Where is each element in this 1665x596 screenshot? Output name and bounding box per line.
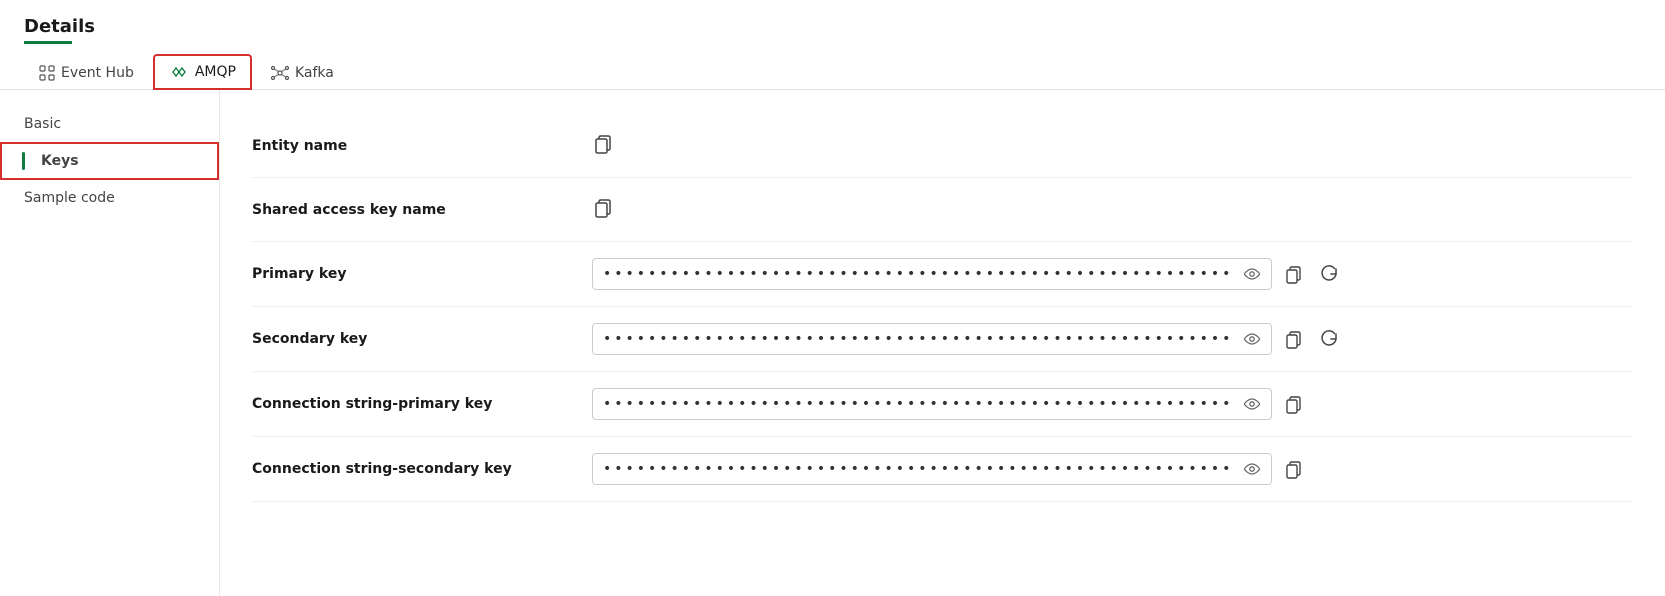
tab-amqp[interactable]: AMQP (153, 54, 252, 90)
sidebar-item-sample-code-label: Sample code (24, 190, 115, 206)
kafka-icon (271, 65, 289, 81)
field-entity-name: Entity name (252, 114, 1633, 178)
sidebar: Basic Keys Sample code (0, 90, 220, 596)
secondary-key-eye-icon[interactable] (1243, 333, 1261, 345)
primary-key-dots: ••••••••••••••••••••••••••••••••••••••••… (603, 266, 1235, 282)
main-content: Basic Keys Sample code Entity name (0, 90, 1665, 596)
shared-access-key-name-label: Shared access key name (252, 202, 592, 218)
shared-access-key-copy-icon[interactable] (592, 196, 614, 224)
primary-key-label: Primary key (252, 266, 592, 282)
primary-key-input: ••••••••••••••••••••••••••••••••••••••••… (592, 258, 1272, 290)
amqp-icon (169, 64, 189, 80)
tab-kafka[interactable]: Kafka (256, 56, 349, 89)
primary-key-refresh-icon[interactable] (1316, 261, 1342, 287)
primary-key-copy-icon[interactable] (1280, 260, 1308, 288)
entity-name-value (592, 132, 1633, 160)
header: Details (0, 0, 1665, 44)
secondary-key-copy-icon[interactable] (1280, 325, 1308, 353)
sidebar-item-keys[interactable]: Keys (0, 142, 219, 180)
secondary-key-value: ••••••••••••••••••••••••••••••••••••••••… (592, 323, 1633, 355)
connection-string-secondary-value: ••••••••••••••••••••••••••••••••••••••••… (592, 453, 1633, 485)
tab-event-hub[interactable]: Event Hub (24, 56, 149, 89)
entity-name-copy-area (592, 132, 614, 160)
entity-name-label: Entity name (252, 138, 592, 154)
connection-string-primary-eye-icon[interactable] (1243, 398, 1261, 410)
sidebar-item-basic[interactable]: Basic (0, 106, 219, 142)
connection-string-primary-value: ••••••••••••••••••••••••••••••••••••••••… (592, 388, 1633, 420)
event-hub-icon (39, 65, 55, 81)
tab-event-hub-label: Event Hub (61, 65, 134, 81)
connection-string-secondary-label: Connection string-secondary key (252, 461, 592, 477)
secondary-key-dots: ••••••••••••••••••••••••••••••••••••••••… (603, 331, 1235, 347)
keys-active-bar (22, 152, 25, 170)
secondary-key-input: ••••••••••••••••••••••••••••••••••••••••… (592, 323, 1272, 355)
page-title: Details (24, 16, 1641, 37)
primary-key-value: ••••••••••••••••••••••••••••••••••••••••… (592, 258, 1633, 290)
page-container: Details Event Hub (0, 0, 1665, 596)
tab-kafka-label: Kafka (295, 65, 334, 81)
shared-access-key-name-value (592, 196, 1633, 224)
tabs-row: Event Hub AMQP (0, 44, 1665, 90)
primary-key-eye-icon[interactable] (1243, 268, 1261, 280)
connection-string-secondary-copy-icon[interactable] (1280, 455, 1308, 483)
sidebar-item-basic-label: Basic (24, 116, 61, 132)
shared-access-key-copy-area (592, 196, 614, 224)
connection-string-secondary-eye-icon[interactable] (1243, 463, 1261, 475)
connection-string-secondary-input: ••••••••••••••••••••••••••••••••••••••••… (592, 453, 1272, 485)
entity-name-copy-icon[interactable] (592, 132, 614, 160)
connection-string-primary-input: ••••••••••••••••••••••••••••••••••••••••… (592, 388, 1272, 420)
content-area: Entity name Shared access key name (220, 90, 1665, 596)
secondary-key-label: Secondary key (252, 331, 592, 347)
field-secondary-key: Secondary key ••••••••••••••••••••••••••… (252, 307, 1633, 372)
connection-string-secondary-dots: ••••••••••••••••••••••••••••••••••••••••… (603, 461, 1235, 477)
sidebar-item-keys-label: Keys (41, 153, 79, 169)
field-connection-string-primary: Connection string-primary key ••••••••••… (252, 372, 1633, 437)
field-primary-key: Primary key ••••••••••••••••••••••••••••… (252, 242, 1633, 307)
connection-string-primary-copy-icon[interactable] (1280, 390, 1308, 418)
tab-amqp-label: AMQP (195, 64, 236, 80)
field-connection-string-secondary: Connection string-secondary key ••••••••… (252, 437, 1633, 502)
field-shared-access-key-name: Shared access key name (252, 178, 1633, 242)
sidebar-item-sample-code[interactable]: Sample code (0, 180, 219, 216)
connection-string-primary-label: Connection string-primary key (252, 396, 592, 412)
secondary-key-refresh-icon[interactable] (1316, 326, 1342, 352)
connection-string-primary-dots: ••••••••••••••••••••••••••••••••••••••••… (603, 396, 1235, 412)
